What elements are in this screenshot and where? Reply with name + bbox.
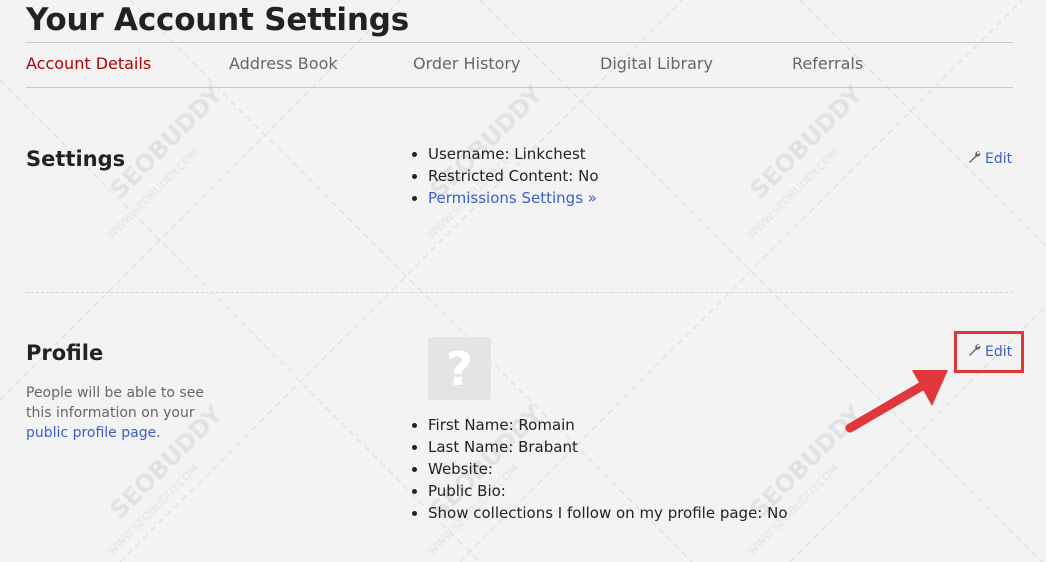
tab-referrals[interactable]: Referrals xyxy=(792,54,863,74)
profile-list: First Name: Romain Last Name: Brabant We… xyxy=(410,414,788,524)
watermark-text: SEOBUDDY xyxy=(104,80,228,204)
tabs-divider xyxy=(26,87,1013,88)
tab-order-history[interactable]: Order History xyxy=(413,54,520,74)
permissions-item: Permissions Settings » xyxy=(428,187,599,209)
watermark-subtext: WWW.SEOBUDDY.COM xyxy=(105,462,201,558)
settings-edit-label: Edit xyxy=(985,151,1013,167)
settings-heading: Settings xyxy=(26,147,126,171)
public-bio-item: Public Bio: xyxy=(428,480,788,502)
avatar-question-icon: ? xyxy=(446,341,473,396)
first-name-item: First Name: Romain xyxy=(428,414,788,436)
website-item: Website: xyxy=(428,458,788,480)
arrow-icon xyxy=(845,370,948,433)
watermark-subtext: WWW.SEOBUDDY.COM xyxy=(745,146,841,242)
restricted-content-item: Restricted Content: No xyxy=(428,165,599,187)
profile-description-end: . xyxy=(156,425,161,441)
profile-description-text: People will be able to see this informat… xyxy=(26,385,204,421)
profile-description: People will be able to see this informat… xyxy=(26,383,216,443)
watermark-text: SEOBUDDY xyxy=(744,80,868,204)
public-profile-link[interactable]: public profile page xyxy=(26,425,156,441)
settings-list: Username: Linkchest Restricted Content: … xyxy=(410,143,599,209)
settings-edit-button[interactable]: Edit xyxy=(967,150,1012,168)
profile-heading: Profile xyxy=(26,341,104,365)
last-name-item: Last Name: Brabant xyxy=(428,436,788,458)
edit-highlight-box xyxy=(954,331,1024,373)
permissions-settings-link[interactable]: Permissions Settings » xyxy=(428,189,597,207)
page-title: Your Account Settings xyxy=(26,2,409,38)
tab-account-details[interactable]: Account Details xyxy=(26,54,151,74)
section-divider xyxy=(26,292,1013,293)
account-tabs: Account Details Address Book Order Histo… xyxy=(26,54,1013,74)
tab-digital-library[interactable]: Digital Library xyxy=(600,54,713,74)
title-divider xyxy=(26,42,1013,43)
avatar-placeholder: ? xyxy=(428,337,491,400)
username-item: Username: Linkchest xyxy=(428,143,599,165)
show-collections-item: Show collections I follow on my profile … xyxy=(428,502,788,524)
tab-address-book[interactable]: Address Book xyxy=(229,54,338,74)
wrench-icon xyxy=(969,151,981,163)
